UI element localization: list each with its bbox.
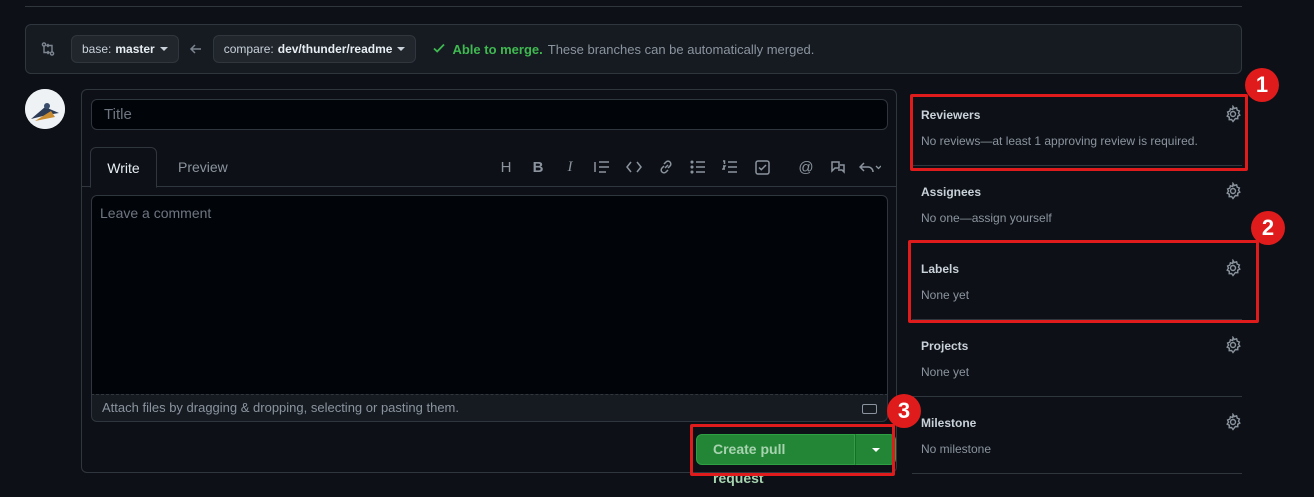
arrow-left-icon <box>189 42 203 56</box>
comment-textarea[interactable]: Leave a comment <box>91 195 888 395</box>
milestone-heading: Milestone <box>921 416 977 430</box>
bold-icon[interactable]: B <box>522 155 554 179</box>
projects-heading: Projects <box>921 339 969 353</box>
numbered-list-icon[interactable] <box>714 155 746 179</box>
highlight-labels <box>908 240 1259 323</box>
reply-icon[interactable] <box>854 155 886 179</box>
milestone-section: Milestone No milestone <box>912 397 1242 474</box>
tab-write[interactable]: Write <box>90 147 157 188</box>
task-list-icon[interactable] <box>746 155 778 179</box>
merge-status-text: These branches can be automatically merg… <box>547 41 815 57</box>
quote-icon[interactable] <box>586 155 618 179</box>
italic-icon[interactable]: I <box>554 155 586 179</box>
check-icon <box>432 41 446 58</box>
gear-icon[interactable] <box>1224 181 1242 200</box>
base-prefix: base: <box>82 42 112 56</box>
gear-icon[interactable] <box>1224 335 1242 354</box>
merge-status: Able to merge. These branches can be aut… <box>432 41 814 58</box>
top-divider <box>25 6 1242 7</box>
annotation-badge-3: 3 <box>887 394 921 428</box>
annotation-badge-1: 1 <box>1245 68 1279 102</box>
gear-icon[interactable] <box>1224 412 1242 431</box>
chevron-down-icon <box>397 47 406 51</box>
tab-preview[interactable]: Preview <box>178 147 228 187</box>
compare-branch-name: dev/thunder/readme <box>277 42 393 56</box>
attach-files-text: Attach files by dragging & dropping, sel… <box>102 400 459 415</box>
heading-icon[interactable]: H <box>490 155 522 179</box>
avatar[interactable] <box>25 89 65 129</box>
editor-tabs: Write Preview H B I @ <box>82 147 896 188</box>
cross-reference-icon[interactable] <box>822 155 854 179</box>
merge-status-ok: Able to merge. <box>452 41 543 57</box>
compare-prefix: compare: <box>223 42 274 56</box>
assignees-value[interactable]: No one—assign yourself <box>921 211 1052 225</box>
highlight-reviewers <box>910 94 1248 171</box>
compare-branch-select[interactable]: compare: dev/thunder/readme <box>212 35 417 63</box>
link-icon[interactable] <box>650 155 682 179</box>
assignees-heading: Assignees <box>921 185 982 199</box>
base-branch-name: master <box>115 42 155 56</box>
compare-bar: base: master compare: dev/thunder/readme… <box>25 24 1242 74</box>
annotation-badge-2: 2 <box>1251 211 1285 245</box>
milestone-value: No milestone <box>921 442 992 456</box>
markdown-toolbar: H B I @ <box>490 155 886 179</box>
highlight-create-button <box>690 424 895 476</box>
attach-files-bar[interactable]: Attach files by dragging & dropping, sel… <box>91 394 888 422</box>
markdown-icon <box>862 404 877 414</box>
pull-request-form: Title Write Preview H B I @ Leave a comm… <box>81 89 897 486</box>
code-icon[interactable] <box>618 155 650 179</box>
mention-icon[interactable]: @ <box>790 155 822 179</box>
chevron-down-icon <box>159 47 168 51</box>
projects-value: None yet <box>921 365 970 379</box>
assignees-section: Assignees No one—assign yourself <box>912 166 1242 243</box>
projects-section: Projects None yet <box>912 320 1242 397</box>
base-branch-select[interactable]: base: master <box>71 35 179 63</box>
bulleted-list-icon[interactable] <box>682 155 714 179</box>
compare-arrows-icon <box>40 39 60 59</box>
title-input[interactable]: Title <box>91 99 888 130</box>
